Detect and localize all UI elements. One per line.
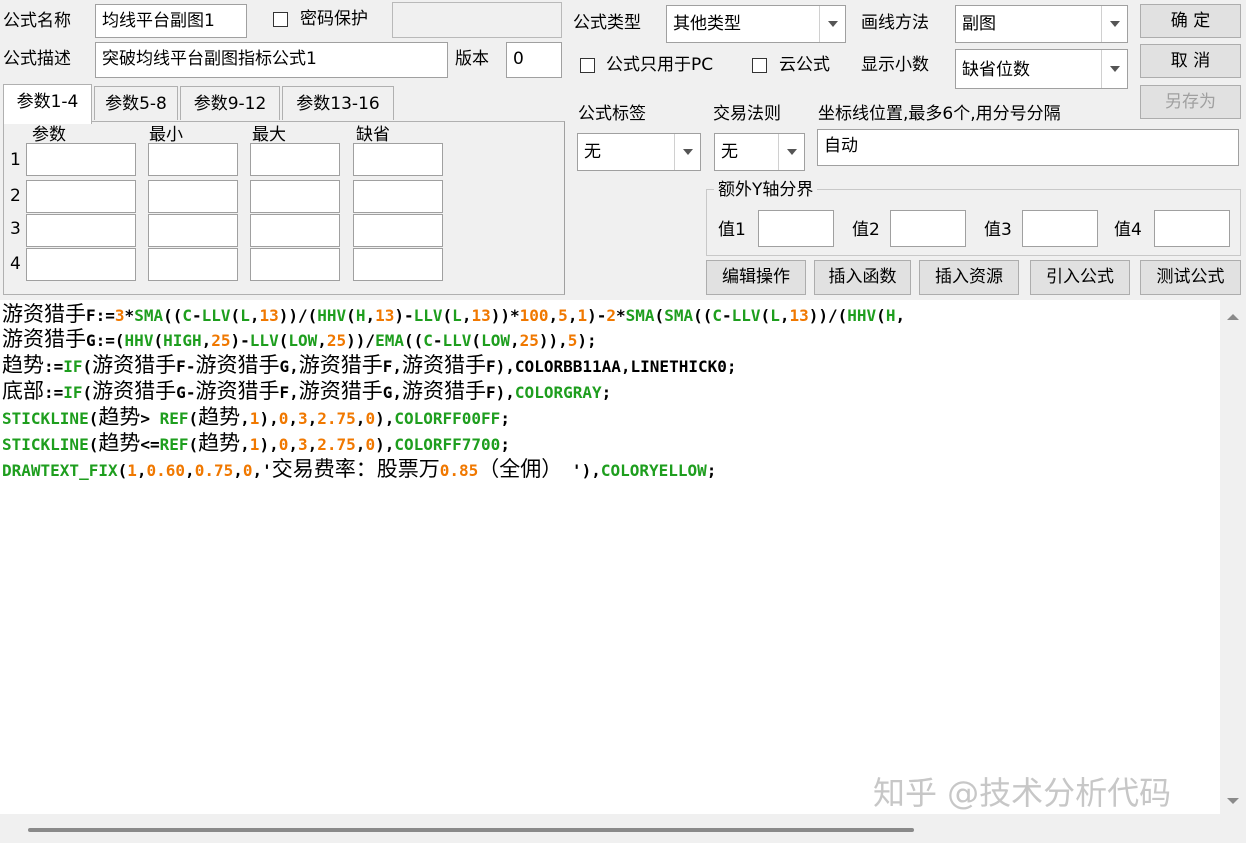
tab-params-5-8[interactable]: 参数5-8 bbox=[94, 86, 178, 120]
vertical-scrollbar[interactable] bbox=[1220, 300, 1246, 814]
y-value-4-label: 值4 bbox=[1114, 220, 1142, 240]
scroll-up-icon[interactable] bbox=[1220, 306, 1246, 328]
code-line: STICKLINE(趋势<=REF(趋势,1),0,3,2.75,0),COLO… bbox=[2, 431, 510, 455]
param-1-max-input[interactable] bbox=[250, 143, 340, 176]
trade-rule-select[interactable]: 无 bbox=[714, 133, 805, 171]
formula-editor[interactable]: 游资猎手F:=3*SMA((C-LLV(L,13))/(HHV(H,13)-LL… bbox=[0, 300, 1220, 814]
cloud-label: 云公式 bbox=[779, 55, 830, 75]
cancel-button[interactable]: 取 消 bbox=[1140, 44, 1241, 78]
code-line: STICKLINE(趋势> REF(趋势,1),0,3,2.75,0),COLO… bbox=[2, 405, 510, 429]
formula-type-label: 公式类型 bbox=[573, 13, 641, 33]
password-input bbox=[392, 2, 562, 38]
formula-tag-select[interactable]: 无 bbox=[577, 133, 701, 171]
chevron-down-icon[interactable] bbox=[674, 134, 700, 170]
param-row-number: 1 bbox=[10, 150, 21, 170]
chevron-down-icon[interactable] bbox=[1101, 50, 1127, 88]
test-formula-button[interactable]: 测试公式 bbox=[1140, 260, 1241, 295]
code-line: 游资猎手G:=(HHV(HIGH,25)-LLV(LOW,25))/EMA((C… bbox=[2, 327, 597, 351]
param-2-max-input[interactable] bbox=[250, 180, 340, 213]
param-1-name-input[interactable] bbox=[26, 143, 136, 176]
formula-tag-label: 公式标签 bbox=[578, 104, 646, 124]
insert-resource-button[interactable]: 插入资源 bbox=[919, 260, 1019, 295]
watermark: 知乎 @技术分析代码 bbox=[873, 774, 1172, 812]
version-input[interactable]: 0 bbox=[506, 42, 562, 78]
password-label: 密码保护 bbox=[300, 9, 368, 29]
code-line: 底部:=IF(游资猎手G-游资猎手F,游资猎手G,游资猎手F),COLORGRA… bbox=[2, 379, 612, 403]
param-3-name-input[interactable] bbox=[26, 214, 136, 247]
version-label: 版本 bbox=[455, 49, 489, 69]
param-row-number: 3 bbox=[10, 219, 21, 239]
formula-desc-input[interactable]: 突破均线平台副图指标公式1 bbox=[95, 42, 448, 78]
code-line: 游资猎手F:=3*SMA((C-LLV(L,13))/(HHV(H,13)-LL… bbox=[2, 302, 906, 326]
edit-ops-button[interactable]: 编辑操作 bbox=[706, 260, 806, 295]
param-4-name-input[interactable] bbox=[26, 248, 136, 281]
param-1-default-input[interactable] bbox=[353, 143, 443, 176]
param-2-default-input[interactable] bbox=[353, 180, 443, 213]
password-checkbox[interactable] bbox=[273, 12, 288, 27]
param-2-min-input[interactable] bbox=[148, 180, 238, 213]
decimal-label: 显示小数 bbox=[861, 55, 929, 75]
y-value-1-input[interactable] bbox=[758, 210, 834, 247]
param-3-min-input[interactable] bbox=[148, 214, 238, 247]
chevron-down-icon[interactable] bbox=[1101, 6, 1127, 42]
y-value-2-label: 值2 bbox=[852, 220, 880, 240]
formula-tag-value: 无 bbox=[584, 142, 601, 162]
formula-type-value: 其他类型 bbox=[673, 14, 741, 34]
param-4-min-input[interactable] bbox=[148, 248, 238, 281]
tab-params-9-12[interactable]: 参数9-12 bbox=[180, 86, 280, 120]
param-3-default-input[interactable] bbox=[353, 214, 443, 247]
tab-params-13-16[interactable]: 参数13-16 bbox=[282, 86, 394, 120]
param-row-number: 2 bbox=[10, 186, 21, 206]
y-value-4-input[interactable] bbox=[1154, 210, 1230, 247]
cloud-checkbox[interactable] bbox=[752, 58, 767, 73]
formula-name-input[interactable]: 均线平台副图1 bbox=[95, 4, 247, 38]
scroll-down-icon[interactable] bbox=[1220, 790, 1246, 812]
horizontal-scrollbar[interactable] bbox=[0, 814, 1220, 843]
formula-name-label: 公式名称 bbox=[3, 11, 71, 31]
pc-only-label: 公式只用于PC bbox=[606, 55, 714, 75]
param-4-max-input[interactable] bbox=[250, 248, 340, 281]
y-value-1-label: 值1 bbox=[718, 220, 746, 240]
param-header-min: 最小 bbox=[149, 125, 183, 145]
param-1-min-input[interactable] bbox=[148, 143, 238, 176]
formula-desc-label: 公式描述 bbox=[3, 49, 71, 69]
save-as-button[interactable]: 另存为 bbox=[1140, 85, 1241, 119]
trade-rule-value: 无 bbox=[721, 142, 738, 162]
decimal-select[interactable]: 缺省位数 bbox=[955, 49, 1128, 89]
draw-method-select[interactable]: 副图 bbox=[955, 5, 1128, 43]
y-value-2-input[interactable] bbox=[890, 210, 966, 247]
param-2-name-input[interactable] bbox=[26, 180, 136, 213]
draw-method-value: 副图 bbox=[962, 14, 996, 34]
pc-only-checkbox[interactable] bbox=[580, 58, 595, 73]
ok-button[interactable]: 确 定 bbox=[1140, 4, 1241, 38]
decimal-value: 缺省位数 bbox=[962, 60, 1030, 80]
param-header-max: 最大 bbox=[252, 125, 286, 145]
trade-rule-label: 交易法则 bbox=[713, 104, 781, 124]
import-formula-button[interactable]: 引入公式 bbox=[1030, 260, 1130, 295]
formula-type-select[interactable]: 其他类型 bbox=[666, 5, 846, 43]
y-value-3-input[interactable] bbox=[1022, 210, 1098, 247]
extra-y-axis-title: 额外Y轴分界 bbox=[714, 179, 818, 201]
tab-params-1-4[interactable]: 参数1-4 bbox=[3, 84, 92, 124]
draw-method-label: 画线方法 bbox=[861, 13, 929, 33]
insert-function-button[interactable]: 插入函数 bbox=[814, 260, 911, 295]
code-line: 趋势:=IF(游资猎手F-游资猎手G,游资猎手F,游资猎手F),COLORBB1… bbox=[2, 353, 737, 377]
code-line: DRAWTEXT_FIX(1,0.60,0.75,0,'交易费率：股票万0.85… bbox=[2, 457, 717, 481]
param-row-number: 4 bbox=[10, 254, 21, 274]
param-4-default-input[interactable] bbox=[353, 248, 443, 281]
param-header-default: 缺省 bbox=[356, 125, 390, 145]
axis-position-input[interactable]: 自动 bbox=[817, 129, 1239, 166]
horizontal-scroll-thumb[interactable] bbox=[28, 828, 914, 832]
param-3-max-input[interactable] bbox=[250, 214, 340, 247]
chevron-down-icon[interactable] bbox=[819, 6, 845, 42]
y-value-3-label: 值3 bbox=[984, 220, 1012, 240]
axis-position-label: 坐标线位置,最多6个,用分号分隔 bbox=[818, 104, 1061, 124]
chevron-down-icon[interactable] bbox=[778, 134, 804, 170]
